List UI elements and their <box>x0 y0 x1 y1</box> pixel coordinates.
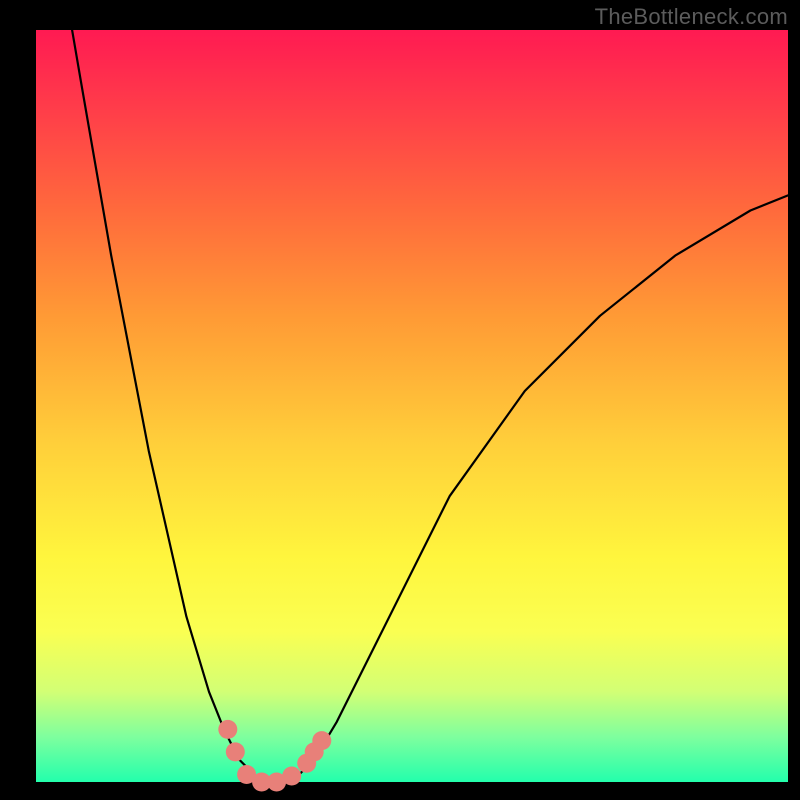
marker-dot <box>282 767 301 786</box>
marker-dot <box>312 731 331 750</box>
marker-group <box>218 720 331 792</box>
marker-dot <box>218 720 237 739</box>
marker-dot <box>226 742 245 761</box>
chart-frame: TheBottleneck.com <box>0 0 800 800</box>
bottleneck-curve <box>72 30 788 782</box>
watermark-text: TheBottleneck.com <box>595 4 788 30</box>
chart-overlay <box>36 30 788 782</box>
